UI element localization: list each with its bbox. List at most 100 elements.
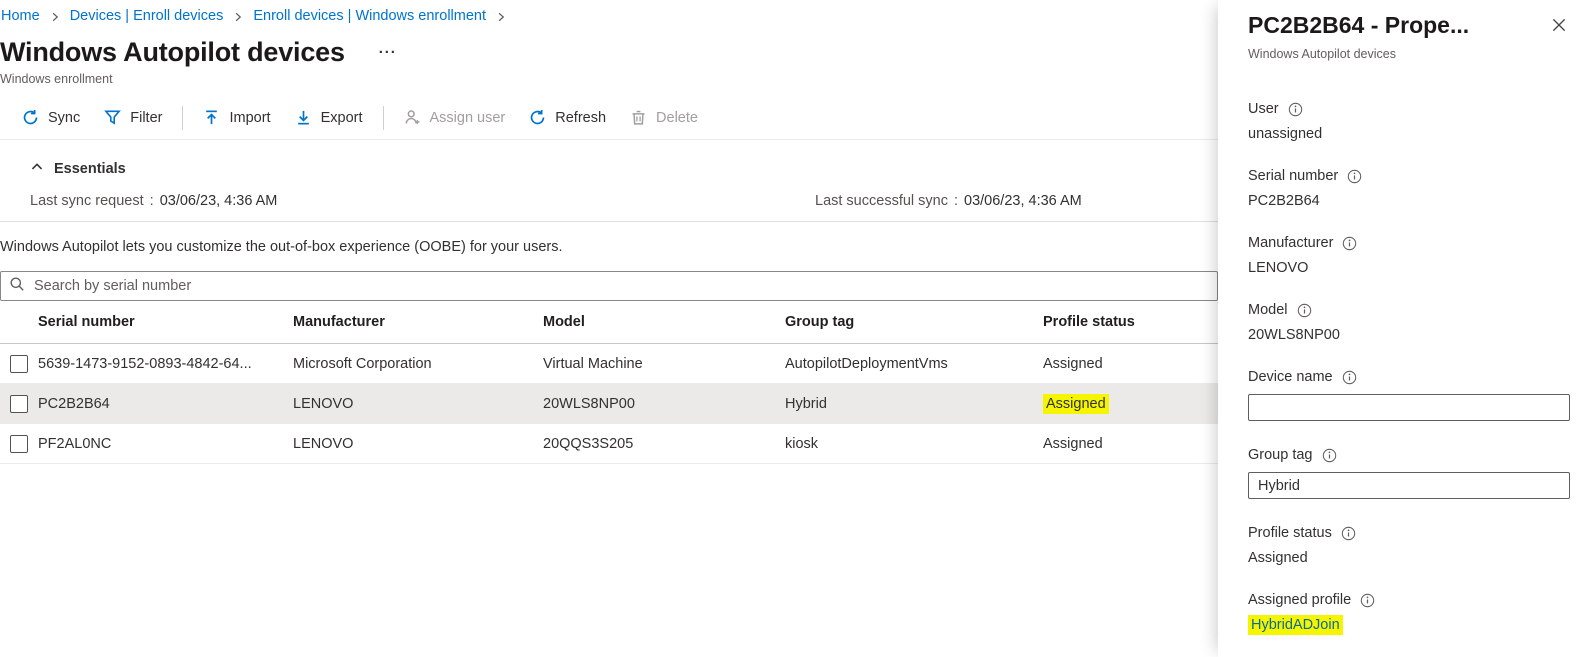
cell-group-tag: Hybrid bbox=[785, 396, 1043, 412]
col-serial-number[interactable]: Serial number bbox=[38, 314, 293, 330]
section-divider bbox=[0, 221, 1218, 222]
model-label: Model bbox=[1248, 302, 1288, 318]
cell-profile-status: Assigned bbox=[1043, 436, 1218, 452]
assign-user-label: Assign user bbox=[430, 110, 506, 126]
essentials-toggle[interactable]: Essentials bbox=[30, 160, 1218, 178]
info-icon[interactable] bbox=[1347, 169, 1362, 184]
toolbar-divider bbox=[182, 106, 183, 130]
field-manufacturer: Manufacturer LENOVO bbox=[1248, 235, 1570, 276]
search-icon bbox=[9, 276, 25, 297]
row-checkbox[interactable] bbox=[10, 435, 28, 453]
search-box bbox=[0, 271, 1218, 301]
sync-button[interactable]: Sync bbox=[10, 100, 92, 136]
chevron-right-icon bbox=[49, 11, 61, 23]
row-checkbox[interactable] bbox=[10, 355, 28, 373]
panel-subtitle: Windows Autopilot devices bbox=[1248, 47, 1570, 61]
group-tag-input[interactable] bbox=[1248, 472, 1570, 499]
separator: : bbox=[150, 193, 154, 209]
cell-group-tag: AutopilotDeploymentVms bbox=[785, 356, 1043, 372]
cell-manufacturer: Microsoft Corporation bbox=[293, 356, 543, 372]
serial-number-value: PC2B2B64 bbox=[1248, 193, 1570, 209]
cell-profile-status: Assigned bbox=[1043, 356, 1218, 372]
manufacturer-label: Manufacturer bbox=[1248, 235, 1333, 251]
table-row[interactable]: PF2AL0NC LENOVO 20QQS3S205 kiosk Assigne… bbox=[0, 424, 1218, 464]
assign-user-icon bbox=[404, 109, 421, 126]
chevron-right-icon bbox=[232, 11, 244, 23]
command-bar: Sync Filter Import Export bbox=[0, 96, 1218, 140]
export-icon bbox=[295, 109, 312, 126]
cell-serial: 5639-1473-9152-0893-4842-64... bbox=[38, 356, 293, 372]
export-label: Export bbox=[321, 110, 363, 126]
last-successful-sync-label: Last successful sync bbox=[815, 193, 948, 209]
last-sync-request-value: 03/06/23, 4:36 AM bbox=[160, 193, 278, 209]
breadcrumb: Home Devices | Enroll devices Enroll dev… bbox=[0, 8, 1218, 24]
assigned-profile-label: Assigned profile bbox=[1248, 592, 1351, 608]
delete-icon bbox=[630, 109, 647, 126]
breadcrumb-devices-enroll[interactable]: Devices | Enroll devices bbox=[70, 8, 224, 24]
filter-label: Filter bbox=[130, 110, 162, 126]
delete-button[interactable]: Delete bbox=[618, 100, 710, 136]
cell-manufacturer: LENOVO bbox=[293, 396, 543, 412]
device-name-input[interactable] bbox=[1248, 394, 1570, 421]
toolbar-divider bbox=[383, 106, 384, 130]
devices-table: Serial number Manufacturer Model Group t… bbox=[0, 301, 1218, 464]
field-group-tag: Group tag bbox=[1248, 447, 1570, 499]
profile-status-value: Assigned bbox=[1248, 550, 1570, 566]
page-description: Windows Autopilot lets you customize the… bbox=[0, 239, 1218, 255]
last-successful-sync-value: 03/06/23, 4:36 AM bbox=[964, 193, 1082, 209]
row-checkbox[interactable] bbox=[10, 395, 28, 413]
field-assigned-profile: Assigned profile HybridADJoin bbox=[1248, 592, 1570, 633]
col-manufacturer[interactable]: Manufacturer bbox=[293, 314, 543, 330]
info-icon[interactable] bbox=[1297, 303, 1312, 318]
cell-model: 20WLS8NP00 bbox=[543, 396, 785, 412]
info-icon[interactable] bbox=[1322, 448, 1337, 463]
group-tag-label: Group tag bbox=[1248, 447, 1313, 463]
refresh-icon bbox=[529, 109, 546, 126]
table-header-row: Serial number Manufacturer Model Group t… bbox=[0, 301, 1218, 344]
field-profile-status: Profile status Assigned bbox=[1248, 525, 1570, 566]
cell-group-tag: kiosk bbox=[785, 436, 1043, 452]
cell-serial: PF2AL0NC bbox=[38, 436, 293, 452]
export-button[interactable]: Export bbox=[283, 100, 375, 136]
info-icon[interactable] bbox=[1288, 102, 1303, 117]
essentials-values: Last sync request : 03/06/23, 4:36 AM La… bbox=[30, 193, 1218, 209]
info-icon[interactable] bbox=[1342, 236, 1357, 251]
model-value: 20WLS8NP00 bbox=[1248, 327, 1570, 343]
delete-label: Delete bbox=[656, 110, 698, 126]
close-icon[interactable] bbox=[1548, 14, 1570, 41]
properties-panel: PC2B2B64 - Prope... Windows Autopilot de… bbox=[1218, 0, 1585, 657]
import-icon bbox=[203, 109, 220, 126]
main-content: Home Devices | Enroll devices Enroll dev… bbox=[0, 0, 1218, 657]
col-group-tag[interactable]: Group tag bbox=[785, 314, 1043, 330]
device-name-label: Device name bbox=[1248, 369, 1333, 385]
table-row[interactable]: PC2B2B64 LENOVO 20WLS8NP00 Hybrid Assign… bbox=[0, 384, 1218, 424]
chevron-up-icon bbox=[30, 160, 44, 178]
field-serial-number: Serial number PC2B2B64 bbox=[1248, 168, 1570, 209]
more-options-button[interactable]: ··· bbox=[375, 42, 401, 63]
info-icon[interactable] bbox=[1360, 593, 1375, 608]
cell-model: 20QQS3S205 bbox=[543, 436, 785, 452]
breadcrumb-home[interactable]: Home bbox=[1, 8, 40, 24]
cell-model: Virtual Machine bbox=[543, 356, 785, 372]
table-row[interactable]: 5639-1473-9152-0893-4842-64... Microsoft… bbox=[0, 344, 1218, 384]
col-model[interactable]: Model bbox=[543, 314, 785, 330]
last-sync-request-label: Last sync request bbox=[30, 193, 144, 209]
search-input[interactable] bbox=[34, 278, 1209, 294]
info-icon[interactable] bbox=[1342, 370, 1357, 385]
separator: : bbox=[954, 193, 958, 209]
import-button[interactable]: Import bbox=[191, 100, 282, 136]
import-label: Import bbox=[229, 110, 270, 126]
user-value: unassigned bbox=[1248, 126, 1570, 142]
info-icon[interactable] bbox=[1341, 526, 1356, 541]
assign-user-button[interactable]: Assign user bbox=[392, 100, 518, 136]
breadcrumb-windows-enrollment[interactable]: Enroll devices | Windows enrollment bbox=[253, 8, 486, 24]
filter-button[interactable]: Filter bbox=[92, 100, 174, 136]
panel-title: PC2B2B64 - Prope... bbox=[1248, 12, 1469, 39]
col-profile-status[interactable]: Profile status bbox=[1043, 314, 1218, 330]
assigned-profile-value: HybridADJoin bbox=[1248, 617, 1570, 633]
profile-status-label: Profile status bbox=[1248, 525, 1332, 541]
assigned-profile-link[interactable]: HybridADJoin bbox=[1248, 615, 1343, 635]
refresh-label: Refresh bbox=[555, 110, 606, 126]
page-title: Windows Autopilot devices bbox=[0, 37, 345, 68]
refresh-button[interactable]: Refresh bbox=[517, 100, 618, 136]
